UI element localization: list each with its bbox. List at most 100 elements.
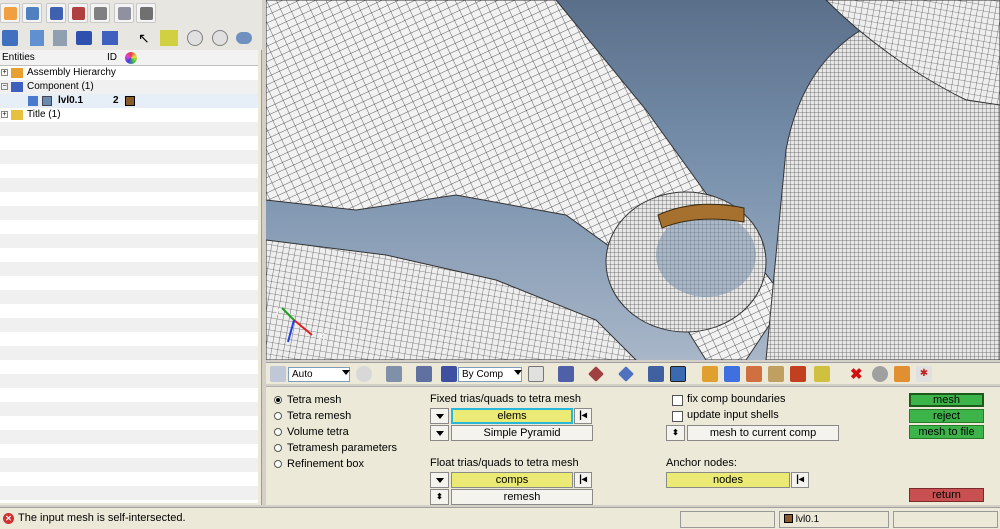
element-display-icon[interactable]	[558, 366, 574, 382]
elems-selector[interactable]: elems	[451, 408, 573, 424]
find-icon[interactable]	[746, 366, 762, 382]
utility-tab-icon[interactable]	[22, 3, 42, 23]
fix-comp-boundaries-checkbox[interactable]	[672, 395, 683, 406]
mesh-to-file-button[interactable]: mesh to file	[909, 425, 984, 439]
radio-tetramesh-parameters[interactable]: Tetramesh parameters	[274, 441, 434, 455]
graphics-viewport[interactable]: X Y	[266, 0, 1000, 360]
browser-toolbar-row-1	[0, 0, 262, 26]
part-tab-icon[interactable]	[136, 3, 156, 23]
color-column-icon[interactable]	[125, 52, 137, 64]
float-selector-switch[interactable]	[430, 472, 449, 488]
fixed-label: Fixed trias/quads to tetra mesh	[430, 393, 582, 405]
isolate-icon[interactable]	[160, 30, 178, 46]
y-axis-label: Y	[274, 307, 281, 318]
cube-view-icon[interactable]	[2, 30, 18, 46]
include-tab-icon[interactable]	[114, 3, 134, 23]
solid-view-icon[interactable]	[416, 366, 432, 382]
tree-label: Assembly Hierarchy	[27, 67, 116, 78]
reset-selection-icon[interactable]: |◂	[574, 472, 592, 488]
display-none-icon[interactable]	[102, 31, 118, 45]
mesh-lines-icon[interactable]	[528, 366, 544, 382]
entities-column-header[interactable]: Entities	[2, 52, 35, 63]
fixed-selector-switch[interactable]	[430, 408, 449, 424]
wireframe-icon[interactable]	[356, 366, 372, 382]
numbers-icon[interactable]: ✱	[916, 366, 932, 382]
radio-volume-tetra[interactable]: Volume tetra	[274, 425, 434, 439]
radio-tetra-mesh[interactable]: Tetra mesh	[274, 393, 434, 407]
collapse-icon[interactable]: −	[1, 83, 8, 90]
radio-button[interactable]	[274, 412, 282, 420]
display-all-icon[interactable]	[76, 31, 92, 45]
mesh-destination-option[interactable]: mesh to current comp	[687, 425, 839, 441]
current-component-cell[interactable]: lvl0.1	[779, 511, 889, 528]
reject-button[interactable]: reject	[909, 409, 984, 423]
fixed-type-switch[interactable]	[430, 425, 449, 441]
mesh-dest-toggle[interactable]: ⬍	[666, 425, 685, 441]
return-button[interactable]: return	[909, 488, 984, 502]
tree-row-lvl0-1[interactable]: lvl0.1 2	[0, 94, 258, 108]
component-color-swatch	[784, 514, 793, 523]
empty-row	[0, 430, 258, 444]
mesh-render[interactable]: X Y	[266, 0, 1000, 360]
component-table-icon[interactable]	[814, 366, 830, 382]
monitor-icon[interactable]	[670, 366, 686, 382]
chevron-down-icon[interactable]	[514, 370, 522, 375]
show-eye-icon[interactable]	[187, 30, 203, 46]
chevron-down-icon[interactable]	[342, 370, 350, 375]
expand-tree-icon[interactable]	[30, 30, 44, 46]
radio-button[interactable]	[274, 460, 282, 468]
radio-tetra-remesh[interactable]: Tetra remesh	[274, 409, 434, 423]
nodes-selector[interactable]: nodes	[666, 472, 790, 488]
entity-editor-icon[interactable]	[894, 366, 910, 382]
feature-lines-icon[interactable]	[588, 366, 604, 382]
shading-mode-icon[interactable]	[270, 366, 286, 382]
delete-icon[interactable]: ✖	[850, 365, 863, 383]
tree-row-component[interactable]: − Component (1)	[0, 80, 258, 94]
organize-icon[interactable]	[768, 366, 784, 382]
expand-icon[interactable]: +	[1, 69, 8, 76]
tree-row-title[interactable]: + Title (1)	[0, 108, 258, 122]
pyramid-option[interactable]: Simple Pyramid	[451, 425, 593, 441]
import-arrow-icon[interactable]	[790, 366, 806, 382]
comps-selector[interactable]: comps	[451, 472, 573, 488]
remesh-option[interactable]: remesh	[451, 489, 593, 505]
unmask-icon[interactable]	[724, 366, 740, 382]
mask-tab-icon[interactable]	[46, 3, 66, 23]
expand-icon[interactable]: +	[1, 111, 8, 118]
empty-row	[0, 318, 258, 332]
empty-row	[0, 472, 258, 486]
cylinder-icon[interactable]	[872, 366, 888, 382]
radio-button[interactable]	[274, 444, 282, 452]
component-color-swatch[interactable]	[125, 96, 135, 106]
radio-button[interactable]	[274, 428, 282, 436]
tree-row-assembly[interactable]: + Assembly Hierarchy	[0, 66, 258, 80]
id-column-header[interactable]: ID	[107, 52, 117, 63]
float-type-toggle[interactable]: ⬍	[430, 489, 449, 505]
tree-id: 2	[113, 95, 119, 106]
tree-label: Title (1)	[27, 109, 61, 120]
mesh-button[interactable]: mesh	[909, 393, 984, 407]
solver-tab-icon[interactable]	[90, 3, 110, 23]
collapse-tree-icon[interactable]	[53, 30, 67, 46]
radio-refinement-box[interactable]: Refinement box	[274, 457, 434, 471]
component-icon	[28, 96, 38, 106]
empty-row	[0, 150, 258, 164]
reset-selection-icon[interactable]: |◂	[791, 472, 809, 488]
reverse-icon[interactable]	[236, 32, 252, 44]
shaded-elements-icon[interactable]	[386, 366, 402, 382]
update-input-shells-checkbox[interactable]	[672, 411, 683, 422]
display-mode-dropdown[interactable]: Auto	[288, 367, 350, 382]
surface-display-icon[interactable]	[618, 366, 634, 382]
hide-eye-icon[interactable]	[212, 30, 228, 46]
color-mode-dropdown[interactable]: By Comp	[458, 367, 522, 382]
reset-selection-icon[interactable]: |◂	[574, 408, 592, 424]
geometry-filter-icon[interactable]	[648, 366, 664, 382]
mask-icon[interactable]	[702, 366, 718, 382]
radio-button[interactable]	[274, 396, 282, 404]
model-browser: ↖ Entities ID + Assembly Hierarchy − Com…	[0, 0, 262, 505]
color-by-icon[interactable]	[441, 366, 457, 382]
model-tab-icon[interactable]	[0, 3, 20, 23]
import-tab-icon[interactable]	[68, 3, 88, 23]
visualization-toolbar: Auto By Comp ✖ ✱	[266, 362, 1000, 384]
select-cursor-icon[interactable]: ↖	[138, 30, 150, 46]
